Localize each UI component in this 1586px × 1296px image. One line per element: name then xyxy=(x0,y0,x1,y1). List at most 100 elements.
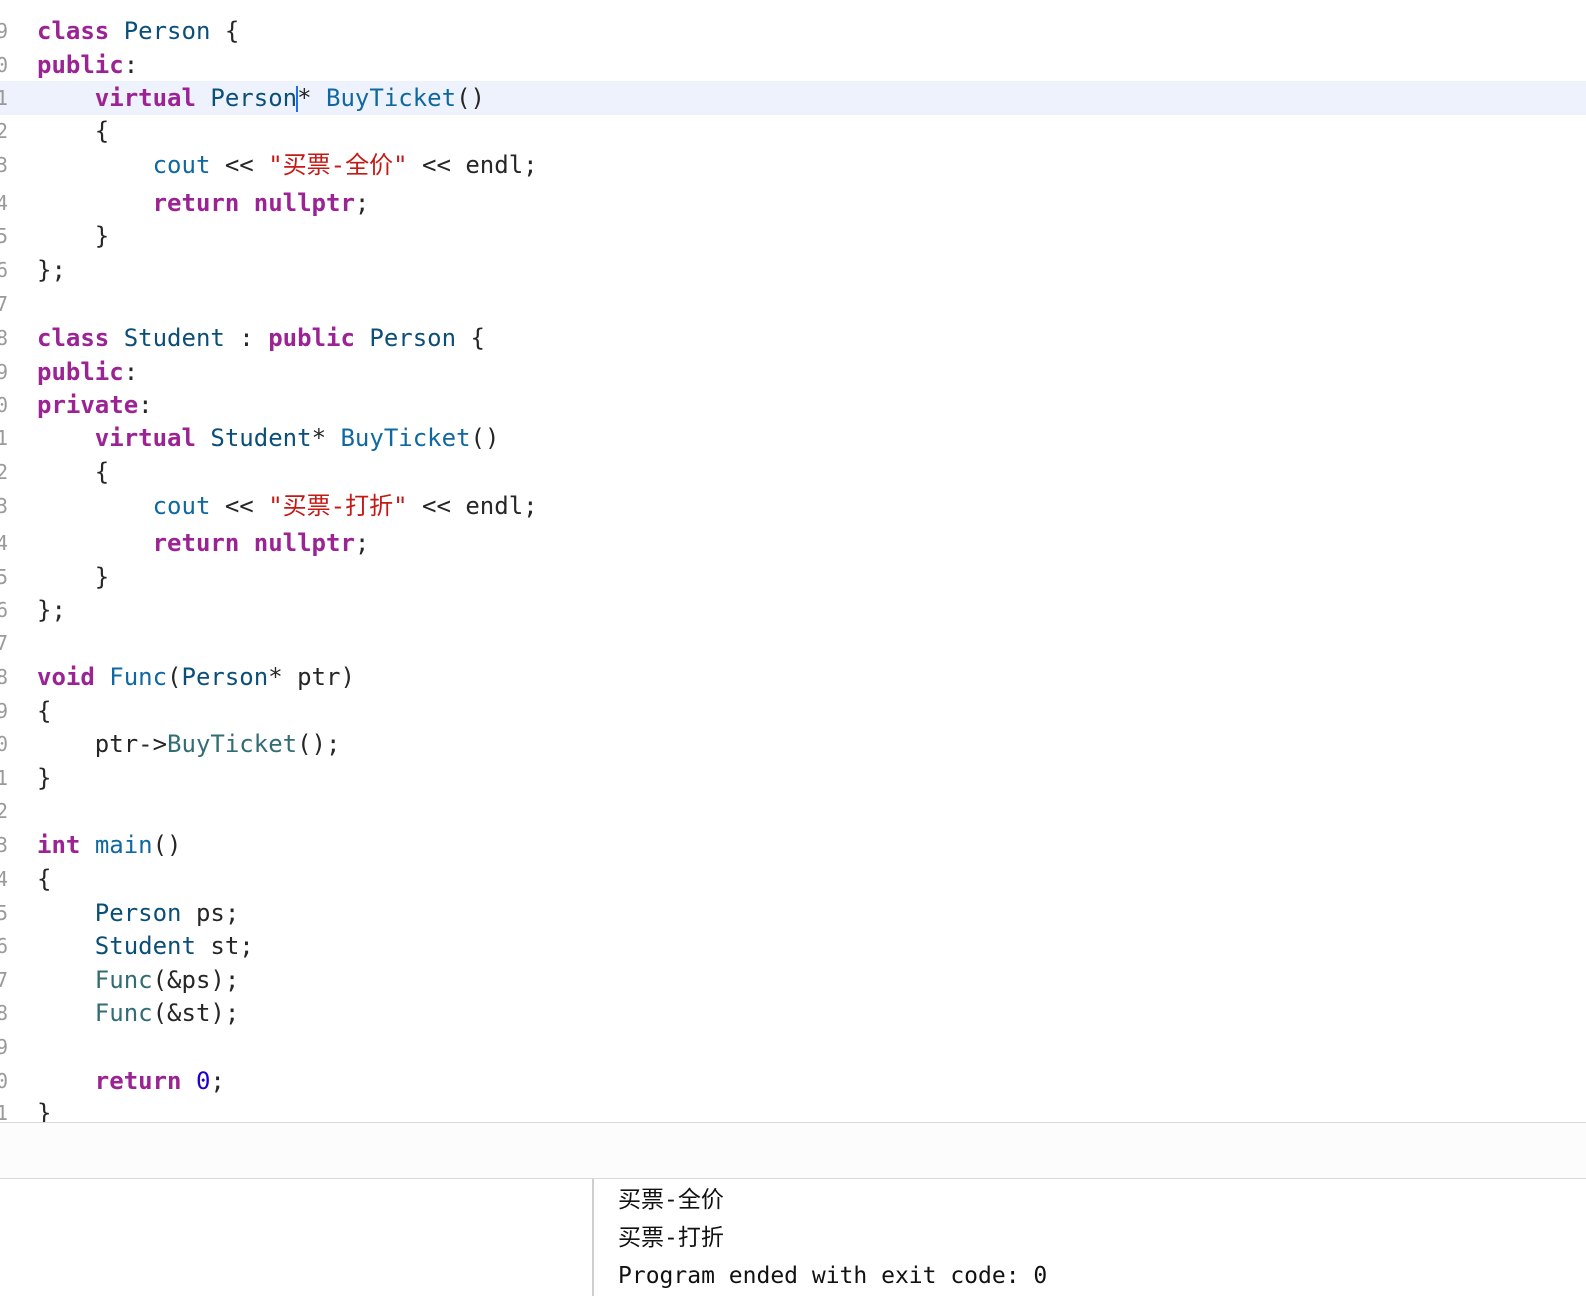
line-number[interactable]: 9 xyxy=(0,694,8,728)
code-line[interactable]: 5 } xyxy=(0,560,1586,594)
code-line[interactable]: 9 xyxy=(0,1030,1586,1064)
line-number[interactable]: 2 xyxy=(0,455,8,489)
code-line[interactable]: 0 public: xyxy=(0,48,1586,82)
code-line[interactable]: 1} xyxy=(0,761,1586,795)
line-number[interactable]: 1 xyxy=(0,761,8,795)
line-number[interactable]: 8 xyxy=(0,660,8,694)
line-number[interactable]: 2 xyxy=(0,794,8,828)
code-line[interactable]: 9 class Person { xyxy=(0,14,1586,48)
line-number[interactable]: 1 xyxy=(0,421,8,455)
line-number[interactable]: 1 xyxy=(0,1096,8,1122)
line-number[interactable]: 8 xyxy=(0,321,8,355)
line-number[interactable]: 9 xyxy=(0,14,8,48)
code-line[interactable]: 9{ xyxy=(0,694,1586,728)
code-text[interactable]: public: xyxy=(37,355,138,389)
code-text[interactable]: Func(&ps); xyxy=(37,963,240,997)
code-text[interactable]: virtual Person* BuyTicket() xyxy=(37,81,485,115)
line-number[interactable]: 4 xyxy=(0,862,8,896)
line-number[interactable]: 7 xyxy=(0,963,8,997)
code-text[interactable]: return 0; xyxy=(37,1064,225,1098)
code-line[interactable]: 2 { xyxy=(0,455,1586,489)
line-number[interactable]: 0 xyxy=(0,727,8,761)
code-line[interactable]: 8 Func(&st); xyxy=(0,996,1586,1030)
code-text[interactable]: class Student : public Person { xyxy=(37,321,485,355)
code-text[interactable]: Person ps; xyxy=(37,896,240,930)
code-line[interactable]: 8 class Student : public Person { xyxy=(0,321,1586,355)
line-number[interactable]: 4 xyxy=(0,186,8,220)
code-line[interactable]: 0 ptr->BuyTicket(); xyxy=(0,727,1586,761)
code-line[interactable]: 3 cout << "买票-全价" << endl; xyxy=(0,148,1586,182)
code-text[interactable]: cout << "买票-全价" << endl; xyxy=(37,148,538,182)
line-number[interactable]: 1 xyxy=(0,81,8,115)
code-text[interactable]: return nullptr; xyxy=(37,526,370,560)
code-line[interactable]: 6}; xyxy=(0,593,1586,627)
code-line[interactable]: 2 xyxy=(0,794,1586,828)
code-line[interactable]: 7 Func(&ps); xyxy=(0,963,1586,997)
code-line[interactable]: 9 public: xyxy=(0,355,1586,389)
code-line[interactable]: 5 Person ps; xyxy=(0,896,1586,930)
code-text[interactable]: int main() xyxy=(37,828,182,862)
code-line[interactable]: 6 Student st; xyxy=(0,929,1586,963)
line-number[interactable]: 0 xyxy=(0,388,8,422)
code-line[interactable]: 7 xyxy=(0,287,1586,321)
code-text[interactable]: private: xyxy=(37,388,153,422)
code-editor[interactable]: 9 class Person {0 public: 1 virtual Person*… xyxy=(0,0,1586,1122)
line-number[interactable]: 7 xyxy=(0,287,8,321)
current-code-line[interactable]: 1 virtual Person* BuyTicket() xyxy=(0,81,1586,115)
code-text[interactable]: Func(&st); xyxy=(37,996,240,1030)
code-text[interactable]: { xyxy=(37,694,51,728)
console-output[interactable]: 买票-全价 买票-打折 Program ended with exit code… xyxy=(594,1179,1586,1296)
line-number[interactable]: 0 xyxy=(0,48,8,82)
code-text[interactable]: { xyxy=(37,862,51,896)
code-line[interactable]: 7 xyxy=(0,626,1586,660)
variables-pane[interactable] xyxy=(0,1179,592,1296)
code-text[interactable]: public: xyxy=(37,48,138,82)
code-line[interactable]: 5 } xyxy=(0,219,1586,253)
code-line[interactable]: 1 virtual Student* BuyTicket() xyxy=(0,421,1586,455)
line-number[interactable]: 3 xyxy=(0,148,8,182)
token-type: Student xyxy=(94,932,196,960)
line-number[interactable]: 5 xyxy=(0,219,8,253)
code-line[interactable]: 4 return nullptr; xyxy=(0,186,1586,220)
code-text[interactable]: return nullptr; xyxy=(37,186,370,220)
line-number[interactable]: 6 xyxy=(0,253,8,287)
code-text[interactable]: class Person { xyxy=(37,14,239,48)
code-text[interactable]: } xyxy=(37,560,109,594)
code-text[interactable]: { xyxy=(37,455,109,489)
line-number[interactable]: 6 xyxy=(0,593,8,627)
code-text[interactable]: Student st; xyxy=(37,929,254,963)
code-line[interactable]: 0 return 0; xyxy=(0,1064,1586,1098)
line-number[interactable]: 9 xyxy=(0,1030,8,1064)
line-number[interactable]: 7 xyxy=(0,626,8,660)
code-text[interactable]: virtual Student* BuyTicket() xyxy=(37,421,500,455)
code-line[interactable]: 4 return nullptr; xyxy=(0,526,1586,560)
code-line[interactable]: 2 { xyxy=(0,114,1586,148)
code-text[interactable]: cout << "买票-打折" << endl; xyxy=(37,489,538,523)
line-number[interactable]: 5 xyxy=(0,896,8,930)
line-number[interactable]: 2 xyxy=(0,114,8,148)
code-text[interactable]: }; xyxy=(37,253,66,287)
code-text[interactable]: { xyxy=(37,114,109,148)
line-number[interactable]: 0 xyxy=(0,1064,8,1098)
line-number[interactable]: 3 xyxy=(0,489,8,523)
line-number[interactable]: 9 xyxy=(0,355,8,389)
code-line[interactable]: 3 int main() xyxy=(0,828,1586,862)
code-text[interactable]: } xyxy=(37,219,109,253)
code-line[interactable]: 8 void Func(Person* ptr) xyxy=(0,660,1586,694)
code-line[interactable]: 4{ xyxy=(0,862,1586,896)
code-text[interactable]: ptr->BuyTicket(); xyxy=(37,727,341,761)
code-text[interactable]: void Func(Person* ptr) xyxy=(37,660,355,694)
code-text[interactable]: } xyxy=(37,1096,51,1122)
line-number[interactable]: 4 xyxy=(0,526,8,560)
line-number[interactable]: 6 xyxy=(0,929,8,963)
line-number[interactable]: 5 xyxy=(0,560,8,594)
code-text[interactable]: }; xyxy=(37,593,66,627)
line-number[interactable]: 8 xyxy=(0,996,8,1030)
code-line[interactable]: 3 cout << "买票-打折" << endl; xyxy=(0,489,1586,523)
code-line[interactable]: 0 private: xyxy=(0,388,1586,422)
code-text[interactable]: } xyxy=(37,761,51,795)
line-number[interactable]: 3 xyxy=(0,828,8,862)
code-line[interactable]: 6}; xyxy=(0,253,1586,287)
code-line[interactable]: 1} xyxy=(0,1096,1586,1122)
